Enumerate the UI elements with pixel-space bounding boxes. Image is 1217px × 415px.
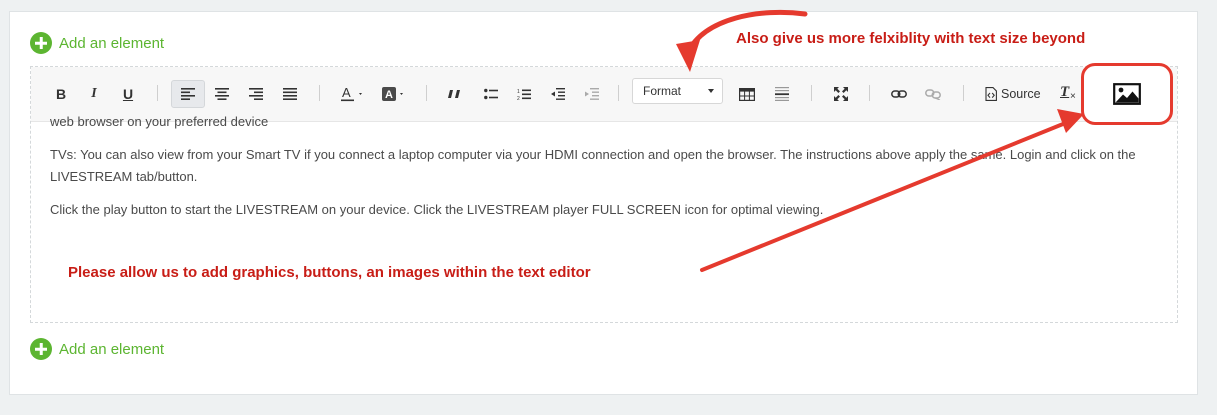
source-code-icon (985, 87, 997, 101)
table-icon (739, 87, 755, 101)
background-color-icon: A (382, 87, 403, 101)
add-element-button-top[interactable]: Add an element (30, 32, 164, 54)
chevron-down-icon (708, 89, 714, 93)
align-right-button[interactable] (246, 80, 266, 108)
toolbar-separator (869, 85, 870, 101)
align-right-icon (249, 88, 263, 100)
fullscreen-icon (834, 87, 848, 101)
format-dropdown[interactable]: Format (632, 78, 723, 104)
align-center-icon (215, 88, 229, 100)
add-element-button-bottom[interactable]: Add an element (30, 338, 164, 360)
toolbar-separator (963, 85, 964, 101)
unlink-icon (925, 89, 941, 100)
format-dropdown-label: Format (643, 84, 682, 98)
svg-text:A: A (385, 89, 393, 101)
link-button[interactable] (889, 80, 909, 108)
toolbar-separator (426, 85, 427, 101)
add-element-label: Add an element (59, 34, 165, 52)
clear-format-letter: T (1060, 84, 1070, 100)
unlink-button[interactable] (923, 80, 943, 108)
quote-icon (448, 90, 460, 98)
outdent-icon (551, 88, 565, 100)
maximize-button[interactable] (831, 80, 851, 108)
clear-format-icon: T × (1059, 84, 1077, 103)
insert-image-button[interactable] (1081, 63, 1173, 125)
source-button[interactable]: Source (985, 80, 1043, 108)
svg-text:A: A (342, 86, 351, 100)
toolbar-separator (319, 85, 320, 101)
text-color-button[interactable]: A (339, 80, 367, 108)
numbered-list-button[interactable]: 12 (514, 80, 534, 108)
increase-indent-button[interactable] (582, 80, 602, 108)
editor-content[interactable]: web browser on your preferred device TVs… (50, 114, 1163, 232)
bulleted-list-button[interactable] (481, 80, 501, 108)
horizontal-rule-icon (775, 87, 789, 101)
underline-button[interactable]: U (118, 80, 138, 108)
align-left-icon (181, 88, 195, 100)
align-justify-icon (283, 88, 297, 100)
insert-table-button[interactable] (737, 80, 757, 108)
add-element-label: Add an element (59, 340, 165, 358)
bold-button[interactable]: B (51, 80, 71, 108)
rich-text-editor[interactable]: B I U A A 12 Format Source T × web brows… (30, 66, 1178, 323)
plus-circle-icon (30, 338, 52, 360)
source-label: Source (1001, 87, 1041, 101)
align-center-button[interactable] (212, 80, 232, 108)
plus-circle-icon (30, 32, 52, 54)
toolbar-separator (618, 85, 619, 101)
content-paragraph: TVs: You can also view from your Smart T… (50, 147, 1136, 184)
decrease-indent-button[interactable] (548, 80, 568, 108)
align-left-button[interactable] (171, 80, 205, 108)
horizontal-line-button[interactable] (772, 80, 792, 108)
link-icon (891, 90, 907, 98)
remove-format-button[interactable]: T × (1057, 80, 1079, 108)
justify-button[interactable] (280, 80, 300, 108)
svg-text:1: 1 (517, 89, 520, 95)
numbered-list-icon: 12 (517, 89, 531, 101)
text-color-icon: A (341, 86, 362, 102)
background-color-button[interactable]: A (380, 80, 408, 108)
svg-text:2: 2 (517, 96, 520, 101)
indent-icon (585, 88, 599, 100)
toolbar-separator (811, 85, 812, 101)
toolbar-separator (157, 85, 158, 101)
content-paragraph: Click the play button to start the LIVES… (50, 202, 824, 217)
italic-button[interactable]: I (84, 80, 104, 108)
annotation-note-top: Also give us more felxiblity with text s… (736, 30, 1086, 47)
annotation-note-bottom: Please allow us to add graphics, buttons… (68, 264, 591, 281)
content-line-clipped: web browser on your preferred device (50, 114, 269, 129)
bullet-list-icon (484, 88, 498, 100)
clear-format-x: × (1070, 91, 1076, 102)
image-icon (1113, 83, 1141, 105)
blockquote-button[interactable] (444, 80, 464, 108)
